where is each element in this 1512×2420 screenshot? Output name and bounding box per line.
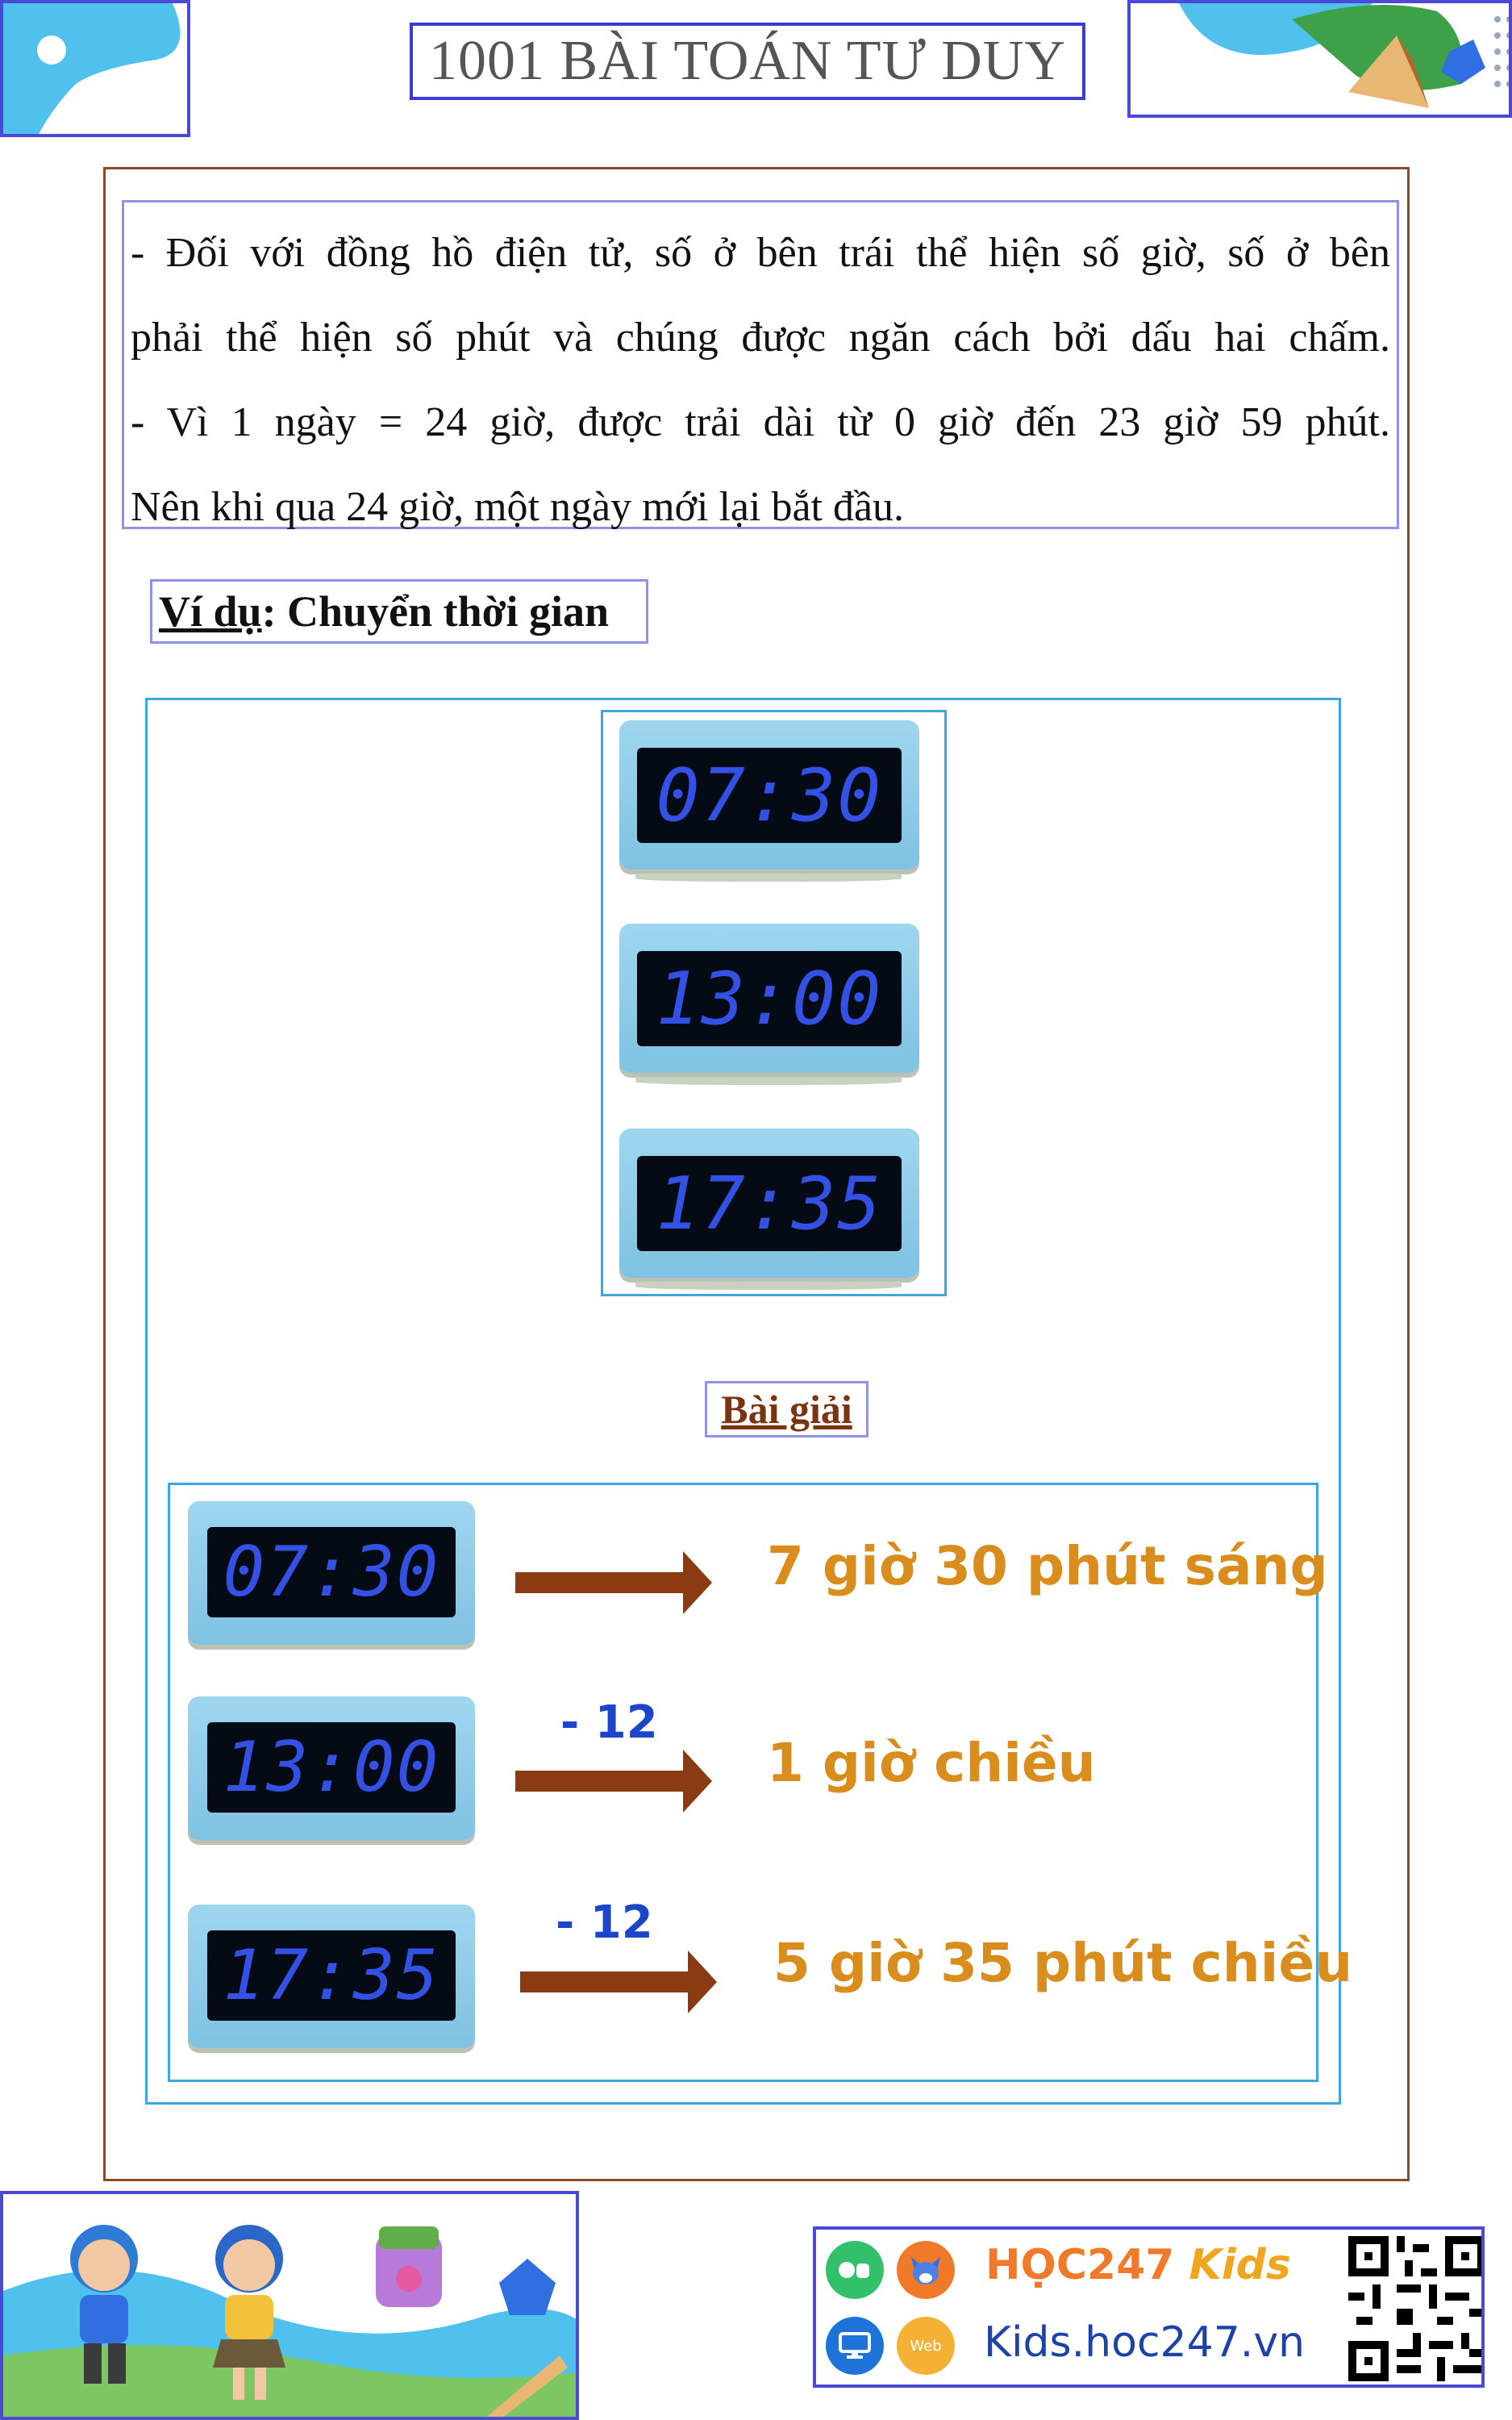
web-badge-label: Web bbox=[910, 2337, 942, 2355]
operation-label: - 12 bbox=[560, 1696, 658, 1749]
arrow-right-icon bbox=[515, 1750, 712, 1813]
fox-face-icon bbox=[911, 2257, 940, 2284]
example-clocks-figure: 07:30 13:00 17:35 bbox=[601, 710, 947, 1296]
clock-display: 17:35 bbox=[637, 1156, 902, 1251]
intro-line: - Vì 1 ngày = 24 giờ, được trải dài từ 0… bbox=[131, 399, 1390, 445]
monitor-icon[interactable] bbox=[826, 2317, 884, 2375]
digital-clock: 07:30 bbox=[619, 720, 919, 870]
footer-brand-bar: Web HỌC247 Kids Kids.hoc247.vn bbox=[813, 2226, 1485, 2388]
footer-illustration bbox=[0, 2191, 579, 2420]
operation-label: - 12 bbox=[556, 1896, 653, 1949]
top-left-decoration bbox=[0, 0, 190, 137]
solution-label-text: Bài giải bbox=[721, 1387, 852, 1432]
clock-base bbox=[635, 874, 902, 882]
result-text: 7 giờ 30 phút sáng bbox=[767, 1535, 1328, 1597]
android-icon bbox=[839, 2262, 869, 2278]
digital-clock: 13:00 bbox=[619, 924, 919, 1073]
clock-display: 13:00 bbox=[207, 1722, 456, 1813]
result-text: 1 giờ chiều bbox=[767, 1732, 1096, 1794]
intro-line: - Đối với đồng hồ điện tử, số ở bên trái… bbox=[131, 230, 1390, 276]
clock-display: 13:00 bbox=[637, 951, 902, 1046]
screen-icon bbox=[839, 2332, 871, 2359]
example-heading-rest: : Chuyển thời gian bbox=[261, 587, 610, 636]
clock-display: 07:30 bbox=[207, 1527, 456, 1617]
brand-logo: HỌC247 Kids bbox=[985, 2241, 1291, 2289]
example-heading-prefix: Ví dụ bbox=[159, 587, 262, 636]
qr-code-icon bbox=[1348, 2236, 1481, 2381]
shapes-decoration-icon bbox=[1179, 3, 1509, 108]
clock-base bbox=[635, 1077, 902, 1085]
intro-line: phải thể hiện số phút và chúng được ngăn… bbox=[131, 315, 1390, 361]
clock-display: 07:30 bbox=[637, 748, 902, 843]
app-store-icon[interactable] bbox=[826, 2241, 884, 2299]
solution-label: Bài giải bbox=[705, 1381, 868, 1437]
blob-decoration-icon bbox=[3, 3, 181, 134]
kids-illustration-icon bbox=[3, 2225, 576, 2417]
brand-logo-left: HỌC247 bbox=[985, 2241, 1175, 2289]
clock-base bbox=[635, 1282, 902, 1290]
brand-url[interactable]: Kids.hoc247.vn bbox=[984, 2318, 1305, 2367]
digital-clock: 17:35 bbox=[188, 1905, 475, 2048]
digital-clock: 07:30 bbox=[188, 1501, 475, 1645]
page-title: 1001 BÀI TOÁN TƯ DUY bbox=[410, 23, 1085, 100]
digital-clock: 17:35 bbox=[619, 1129, 919, 1278]
digital-clock: 13:00 bbox=[188, 1696, 475, 1840]
result-text: 5 giờ 35 phút chiều bbox=[773, 1932, 1353, 1994]
example-heading: Ví dụ: Chuyển thời gian bbox=[150, 579, 648, 644]
intro-paragraph: - Đối với đồng hồ điện tử, số ở bên trái… bbox=[122, 200, 1399, 530]
intro-line: Nên khi qua 24 giờ, một ngày mới lại bắt… bbox=[131, 484, 905, 530]
clock-display: 17:35 bbox=[207, 1930, 456, 2021]
fox-mascot-icon bbox=[897, 2241, 955, 2299]
arrow-right-icon bbox=[515, 1551, 712, 1614]
web-badge[interactable]: Web bbox=[897, 2317, 955, 2375]
solution-figure: 07:30 7 giờ 30 phút sáng 13:00 - 12 1 gi… bbox=[168, 1483, 1352, 2082]
arrow-right-icon bbox=[520, 1951, 717, 2013]
brand-logo-right: Kids bbox=[1189, 2241, 1291, 2289]
top-right-decoration bbox=[1127, 0, 1512, 118]
